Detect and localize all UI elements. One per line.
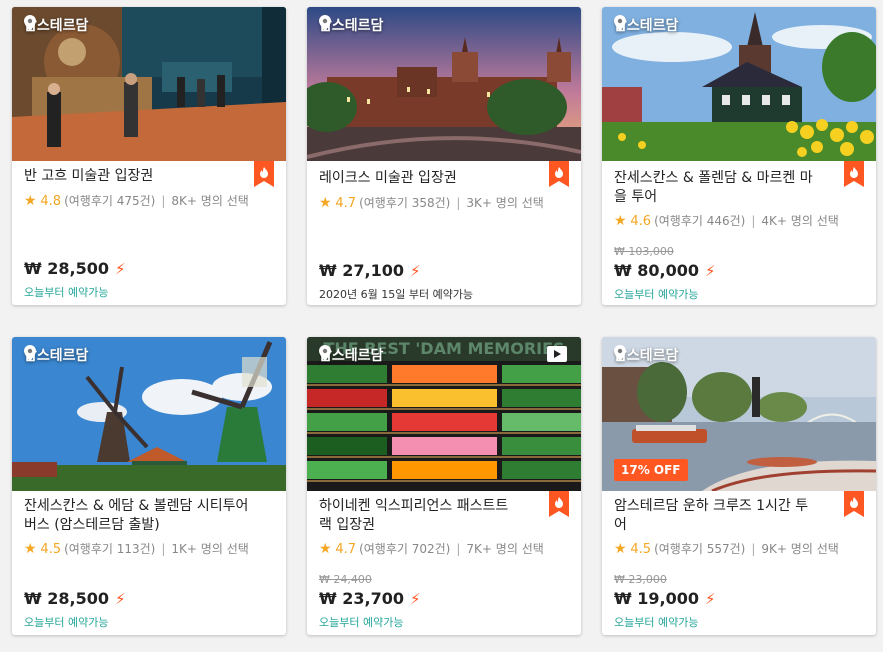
review-count: (여행후기 446건) — [654, 214, 746, 228]
original-price: ₩ 24,400 — [319, 573, 372, 586]
map-pin-icon — [24, 345, 36, 361]
rating-row: ★ 4.5 (여행후기 113건) | 1K+ 명의 선택 — [24, 541, 249, 557]
rating-score: 4.7 — [335, 542, 357, 557]
star-icon: ★ — [614, 213, 627, 229]
map-pin-icon — [24, 15, 36, 31]
star-icon: ★ — [319, 541, 332, 557]
product-card-canal-cruise[interactable]: 암스테르담 17% OFF 암스테르담 운하 크루즈 1시간 투어 ★ 4.5(… — [602, 337, 876, 635]
original-price: ₩ 103,000 — [614, 245, 674, 258]
star-icon: ★ — [24, 193, 37, 209]
product-card-zaanse-edam-volendam-bus[interactable]: 암스테르담 잔세스칸스 & 에담 & 볼렌담 시티투어 버스 (암스테르담 출발… — [12, 337, 286, 635]
chosen-count: 1K+ 명의 선택 — [171, 542, 249, 556]
rating-score: 4.5 — [40, 542, 62, 557]
location-label: 암스테르담 — [24, 345, 88, 365]
price: ₩ 28,500 ⚡ — [24, 589, 126, 608]
map-pin-icon — [319, 345, 331, 361]
original-price: ₩ 23,000 — [614, 573, 667, 586]
fire-badge-icon — [844, 491, 864, 517]
play-video-icon[interactable] — [547, 346, 567, 362]
price: ₩ 80,000 ⚡ — [614, 261, 716, 280]
rating-score: 4.8 — [40, 194, 62, 209]
availability: 오늘부터 예약가능 — [319, 616, 404, 629]
rating-row: ★ 4.7 (여행후기 702건) | 7K+ 명의 선택 — [319, 541, 544, 557]
card-title[interactable]: 레이크스 미술관 입장권 — [319, 169, 544, 188]
rating-row: ★ 4.7 (여행후기 358건) | 3K+ 명의 선택 — [319, 195, 544, 211]
instant-confirm-icon: ⚡ — [704, 261, 716, 280]
chosen-count: 3K+ 명의 선택 — [466, 196, 544, 210]
discount-badge: 17% OFF — [614, 459, 688, 481]
map-pin-icon — [614, 15, 626, 31]
price: ₩ 27,100 ⚡ — [319, 261, 421, 280]
card-title[interactable]: 잔세스칸스 & 폴렌담 & 마르켄 마을 투어 — [614, 169, 814, 207]
product-card-rijksmuseum[interactable]: 암스테르담 레이크스 미술관 입장권 ★ 4.7 (여행후기 358건) | 3K+ … — [307, 7, 581, 305]
card-image[interactable]: 암스테르담 — [12, 337, 286, 491]
rating-row: ★ 4.5 (여행후기 557건) | 9K+ 명의 선택 — [614, 541, 839, 557]
star-icon: ★ — [614, 541, 627, 557]
review-count: (여행후기 557건) — [654, 542, 746, 556]
chosen-count: 9K+ 명의 선택 — [761, 542, 839, 556]
card-image[interactable]: 암스테르담 — [602, 7, 876, 161]
availability: 2020년 6월 15일 부터 예약가능 — [319, 288, 474, 301]
fire-badge-icon — [844, 161, 864, 187]
star-icon: ★ — [319, 195, 332, 211]
rating-score: 4.7 — [335, 196, 357, 211]
review-count: (여행후기 702건) — [359, 542, 451, 556]
fire-badge-icon — [549, 491, 569, 517]
availability: 오늘부터 예약가능 — [614, 616, 699, 629]
rating-row: ★ 4.6 (여행후기 446건) | 4K+ 명의 선택 — [614, 213, 839, 229]
review-count: (여행후기 358건) — [359, 196, 451, 210]
availability: 오늘부터 예약가능 — [24, 616, 109, 629]
instant-confirm-icon: ⚡ — [704, 589, 716, 608]
fire-badge-icon — [549, 161, 569, 187]
product-card-van-gogh[interactable]: 암스테르담 반 고흐 미술관 입장권 ★ 4.8 (여행후기 475건) | 8K+ … — [12, 7, 286, 305]
map-pin-icon — [614, 345, 626, 361]
fire-badge-icon — [254, 161, 274, 187]
rating-score: 4.6 — [630, 214, 652, 229]
card-image[interactable]: 암스테르담 — [12, 7, 286, 161]
product-card-heineken-experience[interactable]: THE BEST 'DAM MEMORIES 암스테르담 하이네켄 익스피리언스… — [307, 337, 581, 635]
chosen-count: 8K+ 명의 선택 — [171, 194, 249, 208]
location-label: 암스테르담 — [319, 15, 383, 35]
availability: 오늘부터 예약가능 — [614, 288, 699, 301]
instant-confirm-icon: ⚡ — [409, 589, 421, 608]
availability: 오늘부터 예약가능 — [24, 286, 109, 299]
chosen-count: 7K+ 명의 선택 — [466, 542, 544, 556]
instant-confirm-icon: ⚡ — [409, 261, 421, 280]
location-label: 암스테르담 — [614, 15, 678, 35]
rating-row: ★ 4.8 (여행후기 475건) | 8K+ 명의 선택 — [24, 193, 249, 209]
price: ₩ 19,000 ⚡ — [614, 589, 716, 608]
card-image[interactable]: 암스테르담 — [307, 7, 581, 161]
rating-score: 4.5 — [630, 542, 652, 557]
card-image[interactable]: THE BEST 'DAM MEMORIES 암스테르담 — [307, 337, 581, 491]
card-title[interactable]: 잔세스칸스 & 에담 & 볼렌담 시티투어 버스 (암스테르담 출발) — [24, 497, 264, 535]
location-label: 암스테르담 — [319, 345, 383, 365]
instant-confirm-icon: ⚡ — [114, 259, 126, 278]
chosen-count: 4K+ 명의 선택 — [761, 214, 839, 228]
card-title[interactable]: 암스테르담 운하 크루즈 1시간 투어 — [614, 497, 814, 535]
star-icon: ★ — [24, 541, 37, 557]
card-image[interactable]: 암스테르담 17% OFF — [602, 337, 876, 491]
location-label: 암스테르담 — [24, 15, 88, 35]
review-count: (여행후기 475건) — [64, 194, 156, 208]
review-count: (여행후기 113건) — [64, 542, 156, 556]
price: ₩ 28,500 ⚡ — [24, 259, 126, 278]
location-label: 암스테르담 — [614, 345, 678, 365]
card-title[interactable]: 반 고흐 미술관 입장권 — [24, 167, 249, 186]
price: ₩ 23,700 ⚡ — [319, 589, 421, 608]
instant-confirm-icon: ⚡ — [114, 589, 126, 608]
product-card-zaanse-volendam-marken[interactable]: 암스테르담 잔세스칸스 & 폴렌담 & 마르켄 마을 투어 ★ 4.6 (여행후기… — [602, 7, 876, 305]
map-pin-icon — [319, 15, 331, 31]
card-title[interactable]: 하이네켄 익스피리언스 패스트트랙 입장권 — [319, 497, 519, 535]
